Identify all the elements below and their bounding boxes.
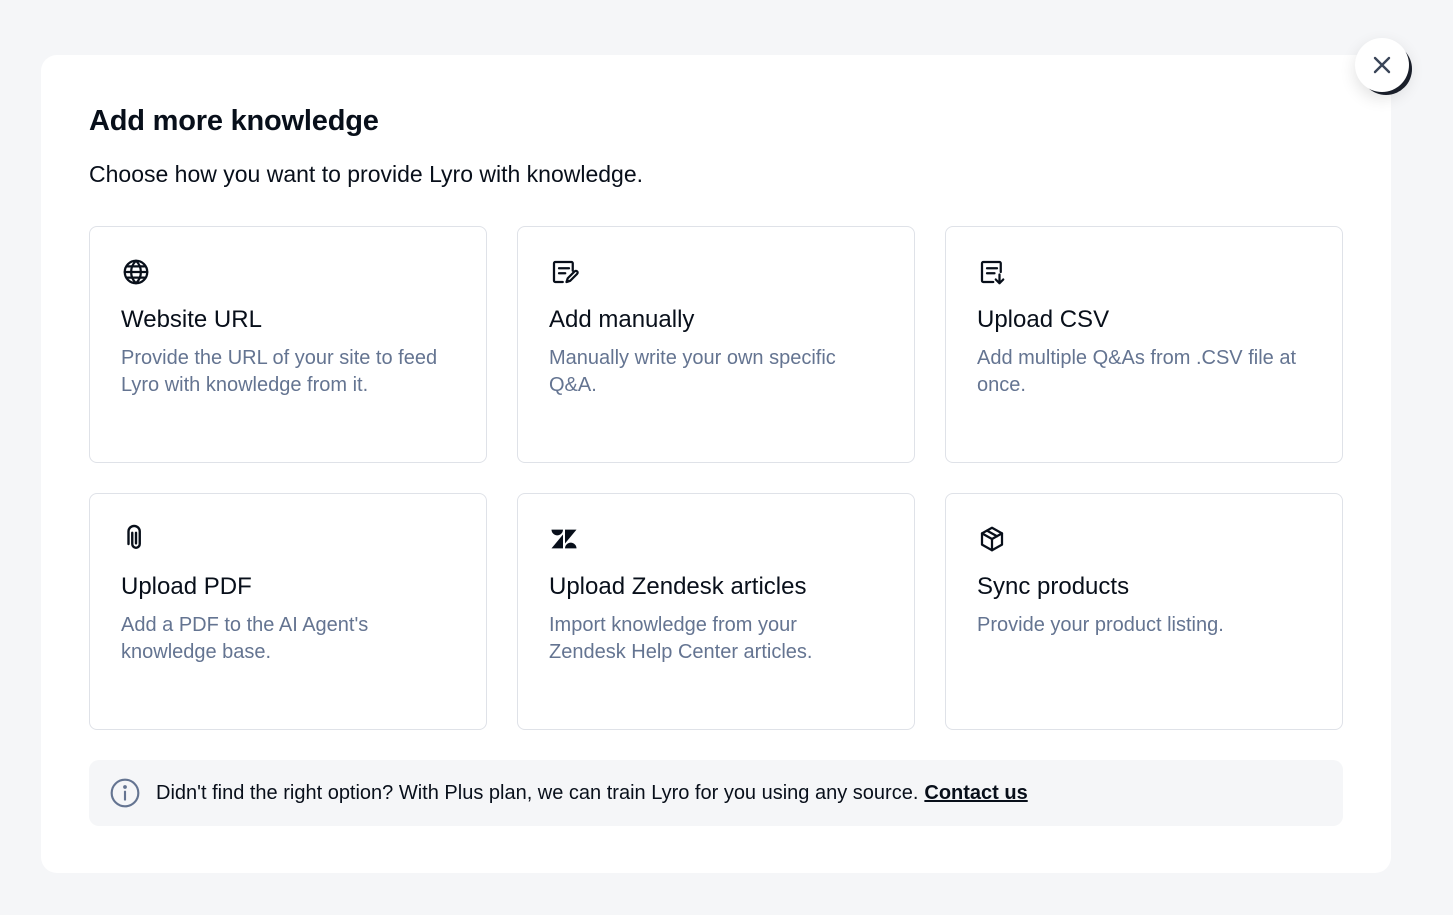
- package-icon: [977, 524, 1007, 554]
- option-title: Upload Zendesk articles: [549, 573, 807, 600]
- info-icon: [109, 777, 141, 809]
- contact-us-link[interactable]: Contact us: [924, 782, 1027, 805]
- option-description: Provide your product listing.: [977, 614, 1224, 636]
- zendesk-icon: [549, 524, 579, 554]
- option-description: Add multiple Q&As from .CSV file at once…: [977, 347, 1297, 396]
- options-grid: Website URL Provide the URL of your site…: [89, 226, 1343, 730]
- close-button[interactable]: [1355, 38, 1409, 92]
- info-text: Didn't find the right option? With Plus …: [156, 781, 919, 804]
- option-description: Provide the URL of your site to feed Lyr…: [121, 347, 438, 396]
- option-title: Upload PDF: [121, 573, 252, 600]
- paperclip-icon: [121, 524, 151, 554]
- option-website-url[interactable]: Website URL Provide the URL of your site…: [89, 226, 487, 463]
- option-title: Add manually: [549, 306, 695, 333]
- option-title: Upload CSV: [977, 306, 1110, 333]
- option-description: Add a PDF to the AI Agent's knowledge ba…: [121, 614, 369, 663]
- modal-title: Add more knowledge: [89, 105, 379, 137]
- option-add-manually[interactable]: Add manually Manually write your own spe…: [517, 226, 915, 463]
- edit-note-icon: [549, 257, 579, 287]
- option-upload-csv[interactable]: Upload CSV Add multiple Q&As from .CSV f…: [945, 226, 1343, 463]
- option-description: Import knowledge from your Zendesk Help …: [549, 614, 813, 663]
- option-title: Website URL: [121, 306, 262, 333]
- option-sync-products[interactable]: Sync products Provide your product listi…: [945, 493, 1343, 730]
- close-icon: [1370, 53, 1394, 77]
- info-banner: Didn't find the right option? With Plus …: [89, 760, 1343, 826]
- file-download-icon: [977, 257, 1007, 287]
- option-upload-zendesk[interactable]: Upload Zendesk articles Import knowledge…: [517, 493, 915, 730]
- option-description: Manually write your own specific Q&A.: [549, 347, 836, 396]
- globe-icon: [121, 257, 151, 287]
- add-knowledge-modal: Add more knowledge Choose how you want t…: [41, 55, 1391, 873]
- option-title: Sync products: [977, 573, 1130, 600]
- option-upload-pdf[interactable]: Upload PDF Add a PDF to the AI Agent's k…: [89, 493, 487, 730]
- modal-subtitle: Choose how you want to provide Lyro with…: [89, 161, 644, 187]
